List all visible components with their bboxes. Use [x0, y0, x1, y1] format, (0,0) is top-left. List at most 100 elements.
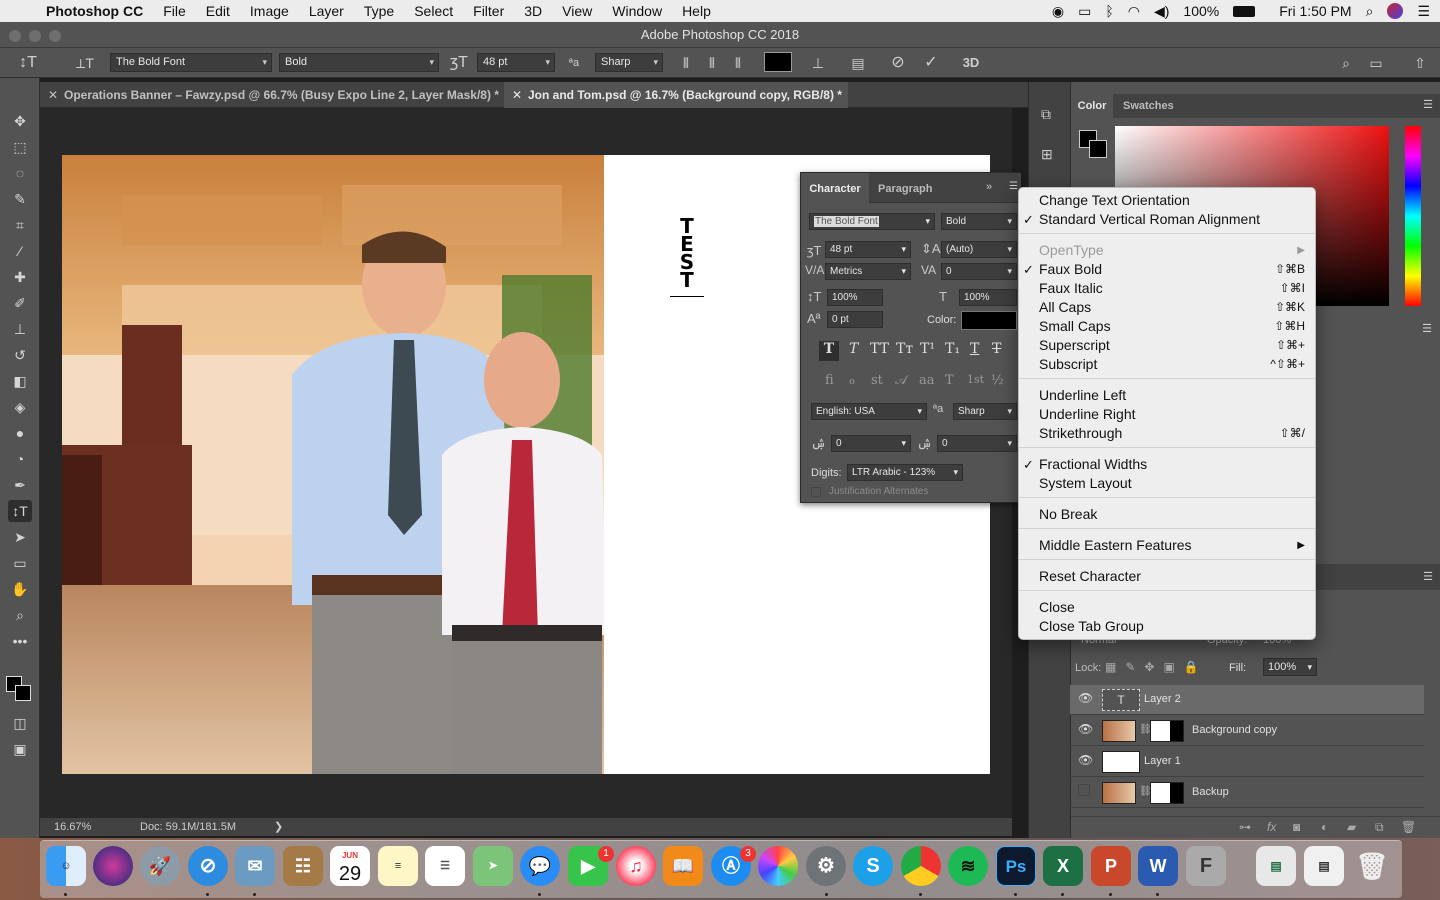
delete-layer-icon[interactable]: 🗑 [1401, 820, 1416, 834]
menu-app-name[interactable]: Photoshop CC [36, 3, 153, 19]
menu-no-break[interactable]: No Break [1019, 505, 1315, 524]
ordinals-button[interactable]: 1st [967, 373, 984, 386]
collapse-panel-icon[interactable]: » [986, 181, 992, 193]
tab-swatches[interactable]: Swatches [1123, 94, 1174, 118]
clone-stamp-tool-icon[interactable]: ⊥ [8, 318, 32, 340]
excel-icon[interactable]: X [1043, 846, 1083, 886]
menu-faux-italic[interactable]: Faux Italic ⇧⌘I [1019, 279, 1315, 298]
tab-operations-banner[interactable]: ✕ Operations Banner – Fawzy.psd @ 66.7% (… [40, 82, 504, 108]
tab-jon-and-tom[interactable]: ✕ Jon and Tom.psd @ 16.7% (Background cop… [504, 82, 848, 108]
airplay-icon[interactable]: ▭ [1078, 3, 1091, 20]
workspace-icon[interactable]: ▭ [1366, 53, 1386, 73]
menu-select[interactable]: Select [404, 3, 463, 19]
vertical-text-layer[interactable]: TEST [670, 216, 704, 297]
strikethrough-button[interactable]: T [992, 341, 1001, 357]
ligatures-button[interactable]: fi [825, 373, 834, 388]
underline-button[interactable]: T [970, 341, 979, 357]
crop-tool-icon[interactable]: ⌗ [8, 214, 32, 236]
menu-fractional-widths[interactable]: ✓ Fractional Widths [1019, 455, 1315, 474]
lock-icons[interactable]: ▦✎✥▣🔒 [1105, 660, 1208, 674]
pen-tool-icon[interactable]: ✒ [8, 474, 32, 496]
properties-panel-icon[interactable]: ⊞ [1041, 146, 1053, 163]
notes-icon[interactable]: ≡ [378, 846, 418, 886]
faux-italic-button[interactable]: T [849, 341, 858, 357]
cp-kerning-field[interactable]: Metrics ▾ [825, 263, 911, 280]
system-preferences-icon[interactable]: ⚙ [806, 846, 846, 886]
chrome-icon[interactable] [901, 846, 941, 886]
search-icon[interactable]: ⌕ [1336, 53, 1356, 73]
menu-small-caps[interactable]: Small Caps ⇧⌘H [1019, 317, 1315, 336]
photoshop-icon[interactable]: Ps [996, 846, 1036, 886]
menu-file[interactable]: File [153, 3, 196, 19]
close-window-button[interactable] [9, 30, 21, 42]
cp-leading-field[interactable]: (Auto) ▾ [941, 241, 1017, 258]
panel-menu-icon[interactable]: ☰ [1009, 181, 1018, 192]
messages-icon[interactable]: 💬 [520, 846, 560, 886]
discretionary-ligatures-button[interactable]: st [871, 373, 883, 388]
ibooks-icon[interactable]: 📖 [663, 846, 703, 886]
minimize-window-button[interactable] [29, 30, 41, 42]
eyedropper-tool-icon[interactable]: ⁄ [8, 240, 32, 262]
layer-style-icon[interactable]: fx [1267, 820, 1276, 834]
menu-subscript[interactable]: Subscript ^⇧⌘+ [1019, 355, 1315, 374]
status-menu-arrow-icon[interactable]: ❯ [274, 818, 283, 836]
menu-change-text-orientation[interactable]: Change Text Orientation [1019, 191, 1315, 210]
menu-faux-bold[interactable]: ✓ Faux Bold ⇧⌘B [1019, 260, 1315, 279]
menu-window[interactable]: Window [602, 3, 672, 19]
panel-menu-icon[interactable]: ☰ [1423, 570, 1433, 583]
visibility-eye-icon[interactable]: 👁 [1078, 691, 1093, 705]
visibility-eye-icon[interactable]: 👁 [1078, 722, 1093, 736]
zoom-level[interactable]: 16.67% [54, 818, 91, 836]
menu-close[interactable]: Close [1019, 598, 1315, 617]
toggle-panels-icon[interactable]: ▤ [848, 53, 868, 73]
share-icon[interactable]: ⇧ [1410, 53, 1430, 73]
menu-reset-character[interactable]: Reset Character [1019, 567, 1315, 586]
finder-icon[interactable]: ☺ [46, 846, 86, 886]
creative-cloud-icon[interactable]: ◉ [1052, 3, 1064, 20]
tab-color[interactable]: Color [1071, 94, 1113, 118]
visibility-toggle-off[interactable] [1078, 784, 1090, 796]
launchpad-icon[interactable]: 🚀 [140, 846, 180, 886]
recent-document-icon[interactable]: ▤ [1304, 846, 1344, 886]
quick-mask-icon[interactable]: ◫ [8, 712, 32, 734]
menu-view[interactable]: View [552, 3, 602, 19]
menu-layer[interactable]: Layer [299, 3, 354, 19]
justification-alternates-checkbox[interactable] [811, 487, 821, 497]
cp-font-style-field[interactable]: Bold ▾ [941, 213, 1017, 230]
toggle-text-orientation-icon[interactable]: ⟂T [74, 53, 96, 73]
3d-icon[interactable]: 3D [960, 53, 982, 73]
hue-slider[interactable] [1405, 126, 1421, 306]
close-tab-icon[interactable]: ✕ [48, 82, 58, 108]
fractions-button[interactable]: ½ [991, 373, 1004, 388]
cp-font-family-field[interactable]: The Bold Font ▾ [809, 213, 935, 230]
swash-button[interactable]: 𝒜 [895, 373, 907, 388]
fill-field[interactable]: 100% ▾ [1263, 658, 1317, 676]
layer-row-layer-1[interactable]: 👁 Layer 1 [1070, 747, 1424, 777]
zoom-tool-icon[interactable]: ⌕ [8, 604, 32, 626]
stylistic-alternates-button[interactable]: aa [919, 373, 935, 388]
menu-underline-left[interactable]: Underline Left [1019, 386, 1315, 405]
new-layer-icon[interactable]: ⧉ [1375, 820, 1384, 835]
align-center-icon[interactable]: ⦀ [702, 53, 722, 73]
superscript-button[interactable]: T¹ [920, 341, 935, 357]
align-bottom-icon[interactable]: ⦀ [728, 53, 748, 73]
eraser-tool-icon[interactable]: ◧ [8, 370, 32, 392]
cancel-edits-icon[interactable]: ⊘ [888, 53, 908, 73]
rectangle-tool-icon[interactable]: ▭ [8, 552, 32, 574]
blur-tool-icon[interactable]: ● [8, 422, 32, 444]
paint-bucket-tool-icon[interactable]: ◈ [8, 396, 32, 418]
cp-vertical-scale-field[interactable]: 100% [827, 289, 883, 306]
adjustment-layer-icon[interactable]: ◐ [1321, 820, 1328, 834]
link-layers-icon[interactable]: ⊶ [1239, 820, 1251, 834]
powerpoint-icon[interactable]: P [1091, 846, 1131, 886]
reminders-icon[interactable]: ☰ [425, 846, 465, 886]
menu-help[interactable]: Help [672, 3, 721, 19]
clock[interactable]: Fri 1:50 PM [1279, 3, 1351, 19]
faux-bold-button[interactable]: T [819, 341, 839, 361]
volume-icon[interactable]: ◀) [1154, 3, 1169, 20]
cp-color-swatch[interactable] [961, 311, 1017, 330]
visibility-eye-icon[interactable]: 👁 [1078, 753, 1093, 767]
subscript-button[interactable]: T₁ [945, 341, 960, 357]
hand-tool-icon[interactable]: ✋ [8, 578, 32, 600]
menu-system-layout[interactable]: System Layout [1019, 474, 1315, 493]
